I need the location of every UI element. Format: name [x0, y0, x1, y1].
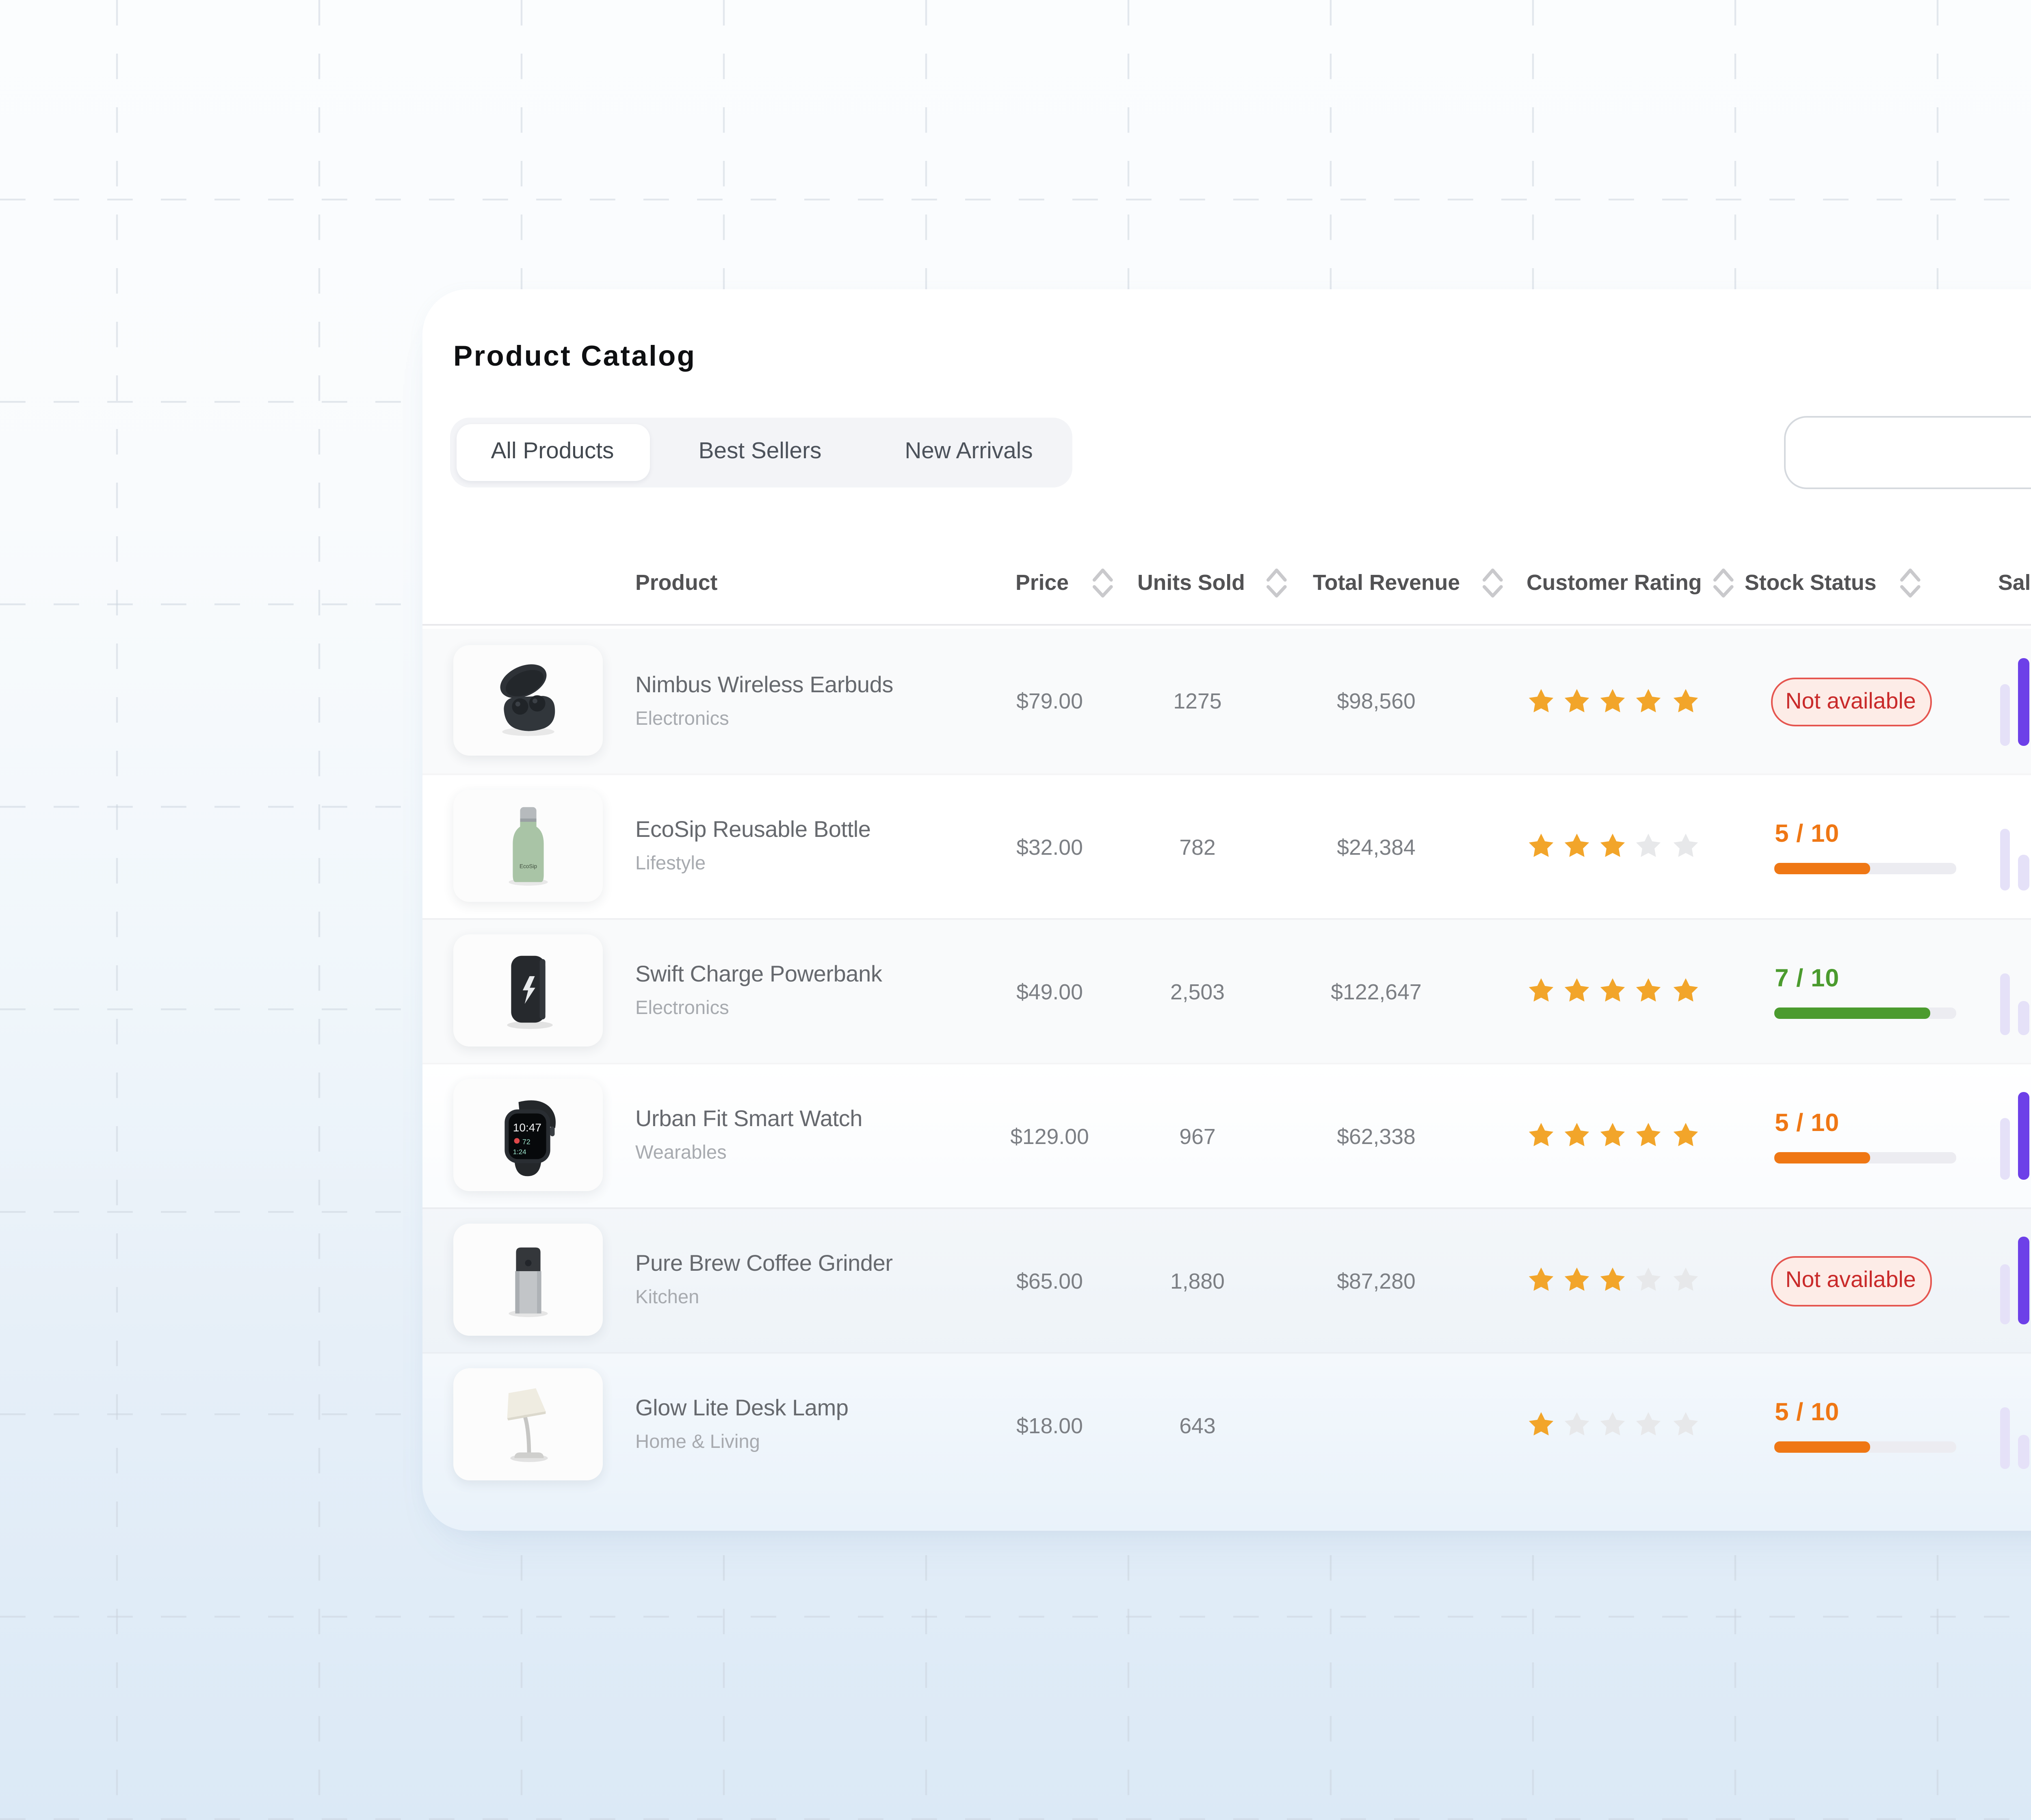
svg-text:1:24: 1:24	[513, 1148, 526, 1156]
svg-text:72: 72	[522, 1138, 530, 1146]
svg-text:10:47: 10:47	[513, 1122, 541, 1134]
svg-text:EcoSip: EcoSip	[519, 863, 537, 869]
